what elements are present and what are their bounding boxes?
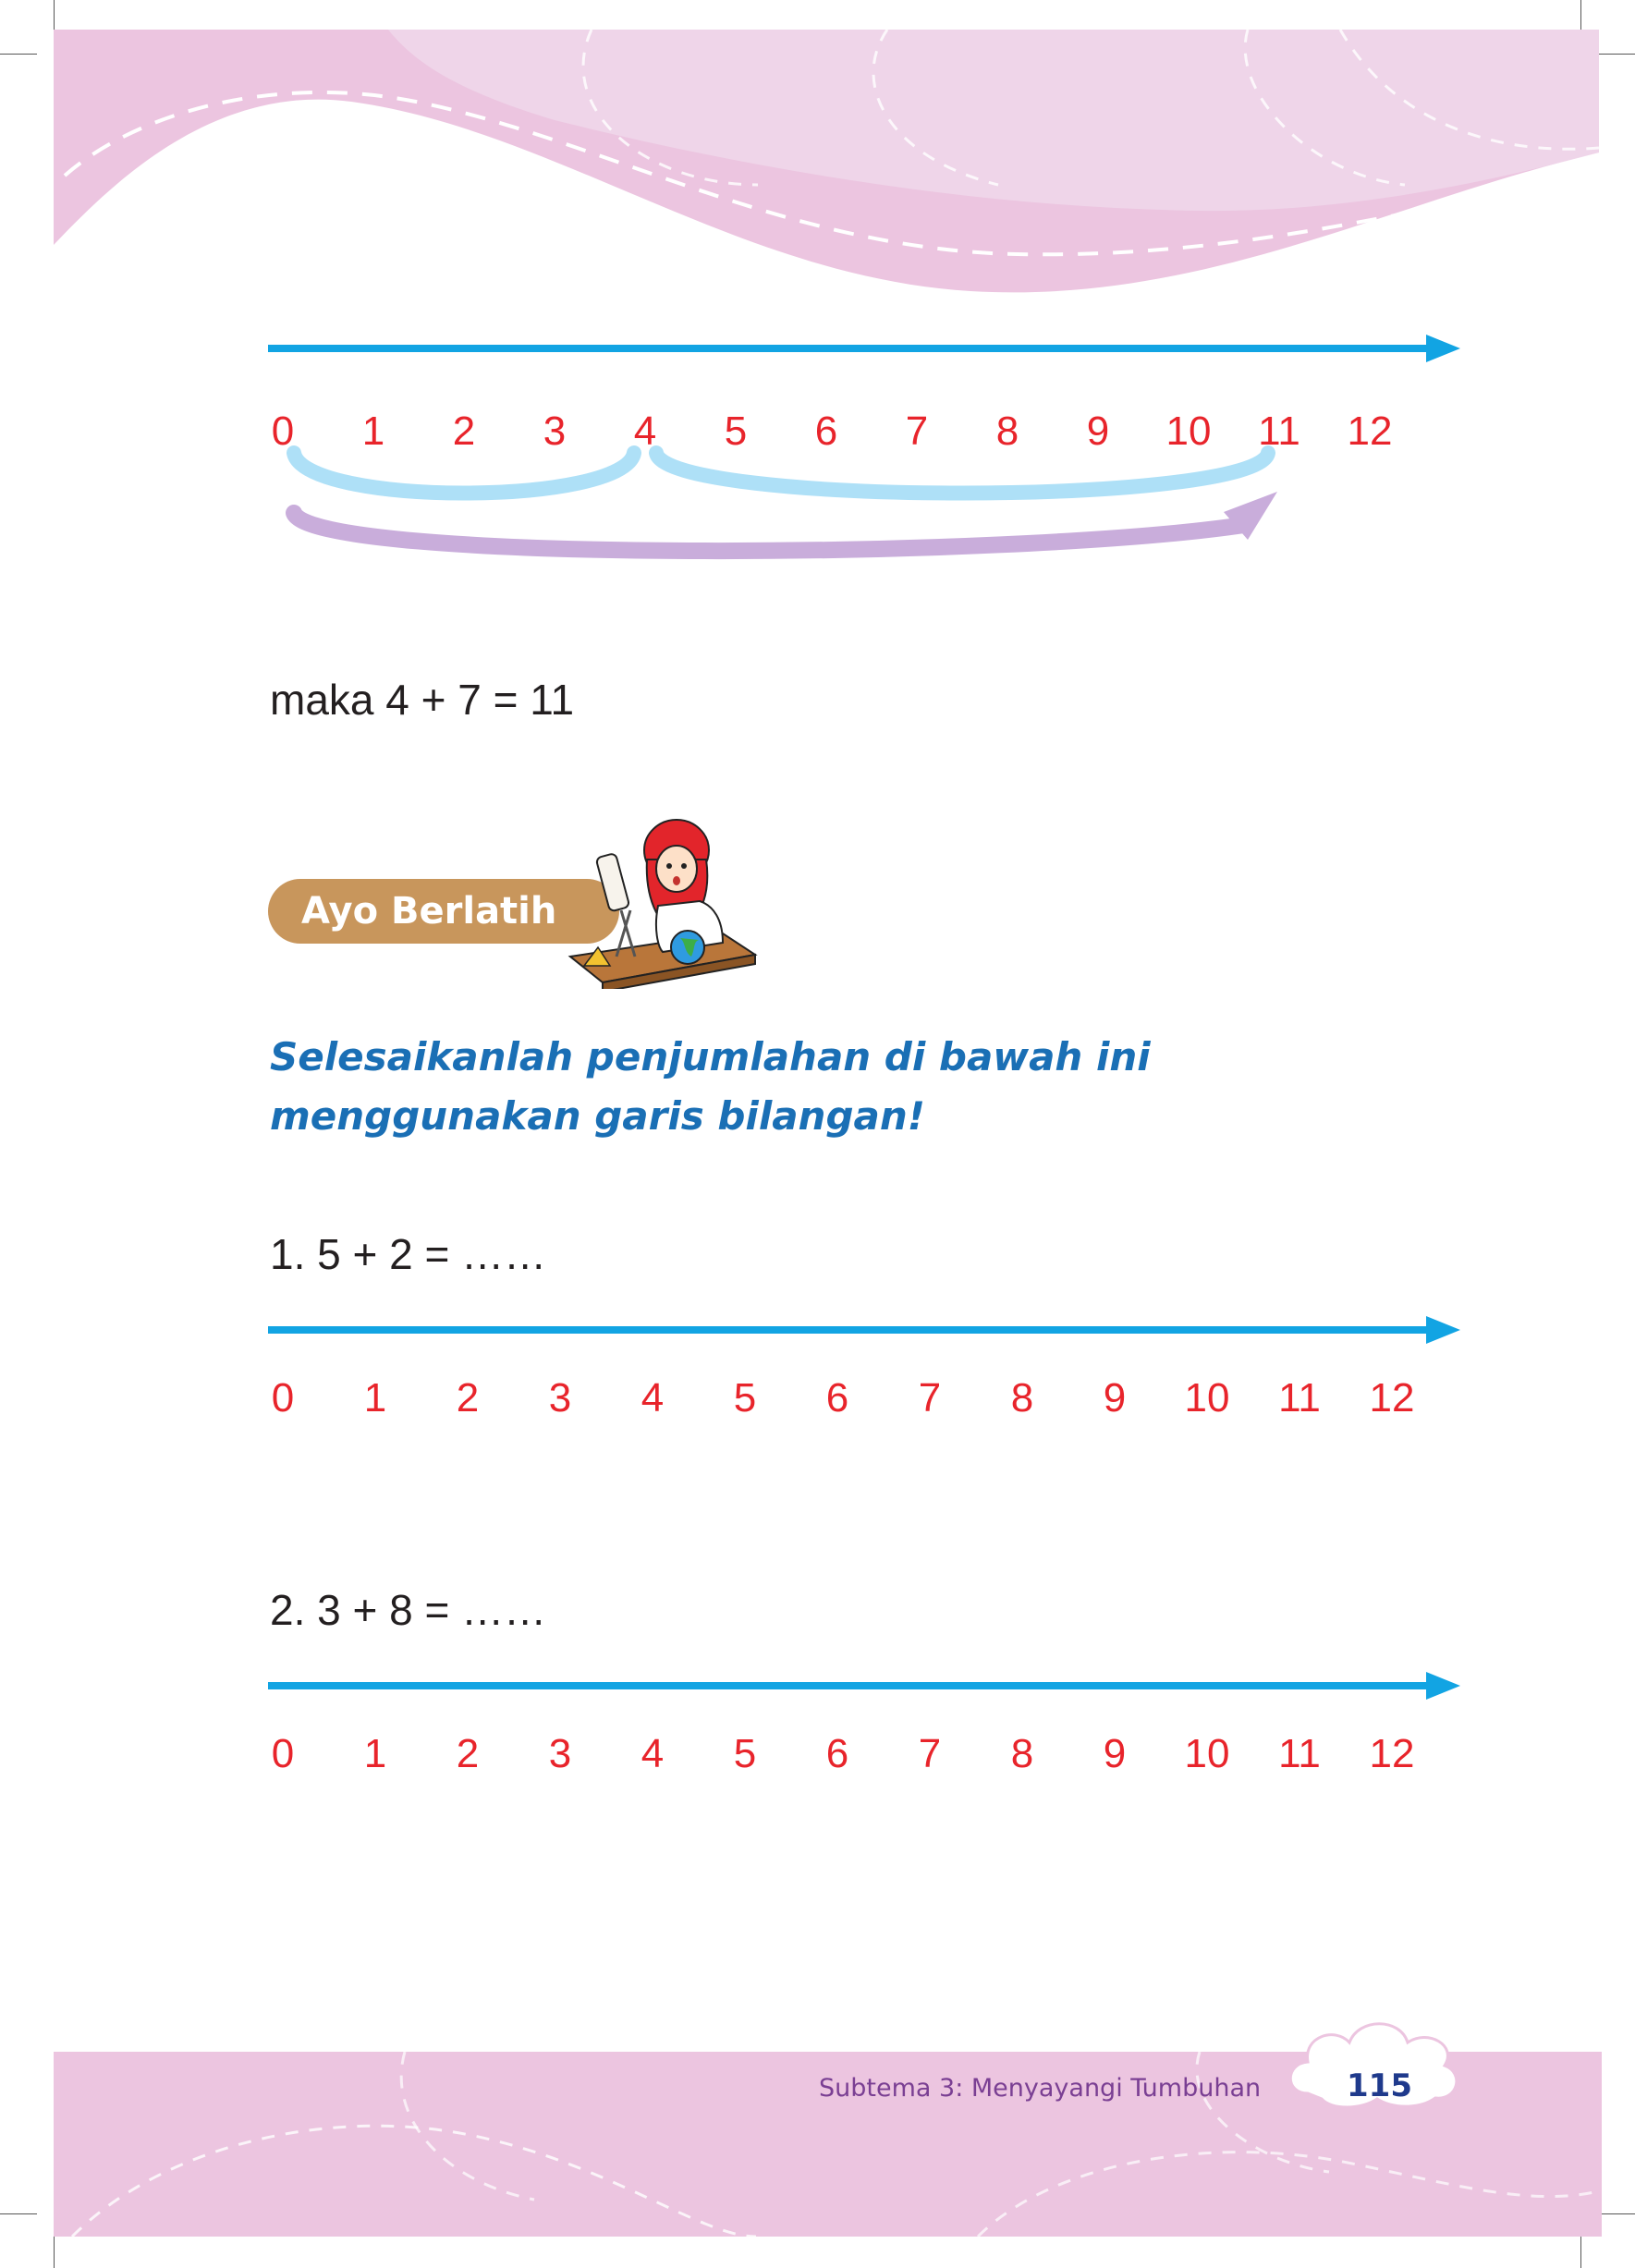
number-label: 1 [361, 408, 385, 454]
number-line-arrowhead [1426, 1672, 1460, 1700]
example-number-line-graphic [268, 335, 1460, 560]
number-label: 5 [733, 1375, 757, 1421]
number-label: 2 [456, 1375, 480, 1421]
number-label: 8 [1010, 1375, 1034, 1421]
number-label: 11 [1278, 1375, 1321, 1421]
example-result: maka 4 + 7 = 11 [270, 676, 575, 724]
number-label: 7 [918, 1375, 942, 1421]
number-label: 12 [1347, 408, 1393, 454]
number-label: 6 [814, 408, 838, 454]
number-label: 4 [641, 1731, 665, 1776]
number-label: 2 [452, 408, 476, 454]
number-label: 10 [1165, 408, 1212, 454]
number-label: 4 [633, 408, 657, 454]
number-label: 11 [1258, 408, 1300, 454]
instruction-line: menggunakan garis bilangan! [270, 1093, 925, 1139]
crop-mark [1598, 2213, 1635, 2214]
instruction-line: Selesaikanlah penjumlahan di bawah ini [270, 1034, 1151, 1079]
exercise-2-number-line-graphic [268, 1672, 1460, 1700]
number-label: 8 [995, 408, 1019, 454]
jump-arc [649, 445, 1275, 501]
number-label: 6 [825, 1375, 849, 1421]
number-label: 11 [1278, 1731, 1321, 1776]
exercise-1-number-line-graphic [268, 1316, 1460, 1344]
number-label: 12 [1369, 1375, 1415, 1421]
number-label: 2 [456, 1731, 480, 1776]
number-label: 12 [1369, 1731, 1415, 1776]
number-label: 10 [1184, 1731, 1230, 1776]
jump-arc [287, 445, 641, 501]
total-jump-arrow [286, 505, 1252, 560]
footer-subtitle: Subtema 3: Menyayangi Tumbuhan [819, 2074, 1262, 2103]
exercise-1-question: 1. 5 + 2 = …… [270, 1230, 547, 1278]
number-label: 3 [548, 1731, 572, 1776]
example-number-line: 0 1 2 3 4 5 6 7 8 9 10 11 12 [266, 323, 1460, 619]
number-label: 3 [543, 408, 567, 454]
exercise-2-question: 2. 3 + 8 = …… [270, 1586, 547, 1634]
number-label: 9 [1103, 1375, 1127, 1421]
page-number: 115 [1347, 2067, 1412, 2104]
number-label: 0 [271, 1731, 295, 1776]
crop-mark [54, 2231, 55, 2268]
header-decoration [54, 29, 1600, 293]
number-line-arrowhead [1426, 335, 1460, 362]
number-label: 1 [363, 1731, 387, 1776]
girl-studying-at-desk-icon [567, 819, 758, 989]
number-label: 0 [271, 1375, 295, 1421]
number-line-arrowhead [1426, 1316, 1460, 1344]
exercise-2-number-line: 0 1 2 3 4 5 6 7 8 9 10 11 12 [266, 1661, 1460, 1781]
number-label: 5 [733, 1731, 757, 1776]
number-label: 1 [363, 1375, 387, 1421]
number-label: 7 [905, 408, 929, 454]
number-label: 0 [271, 408, 295, 454]
number-label: 3 [548, 1375, 572, 1421]
crop-mark [1580, 2231, 1581, 2268]
number-label: 10 [1184, 1375, 1230, 1421]
exercise-1-number-line: 0 1 2 3 4 5 6 7 8 9 10 11 12 [266, 1305, 1460, 1425]
crop-mark [0, 2213, 37, 2214]
number-label: 7 [918, 1731, 942, 1776]
number-label: 6 [825, 1731, 849, 1776]
number-label: 4 [641, 1375, 665, 1421]
number-label: 5 [724, 408, 748, 454]
number-label: 9 [1103, 1731, 1127, 1776]
number-label: 8 [1010, 1731, 1034, 1776]
instruction: Selesaikanlah penjumlahan di bawah ini m… [270, 1028, 1379, 1146]
number-label: 9 [1086, 408, 1110, 454]
